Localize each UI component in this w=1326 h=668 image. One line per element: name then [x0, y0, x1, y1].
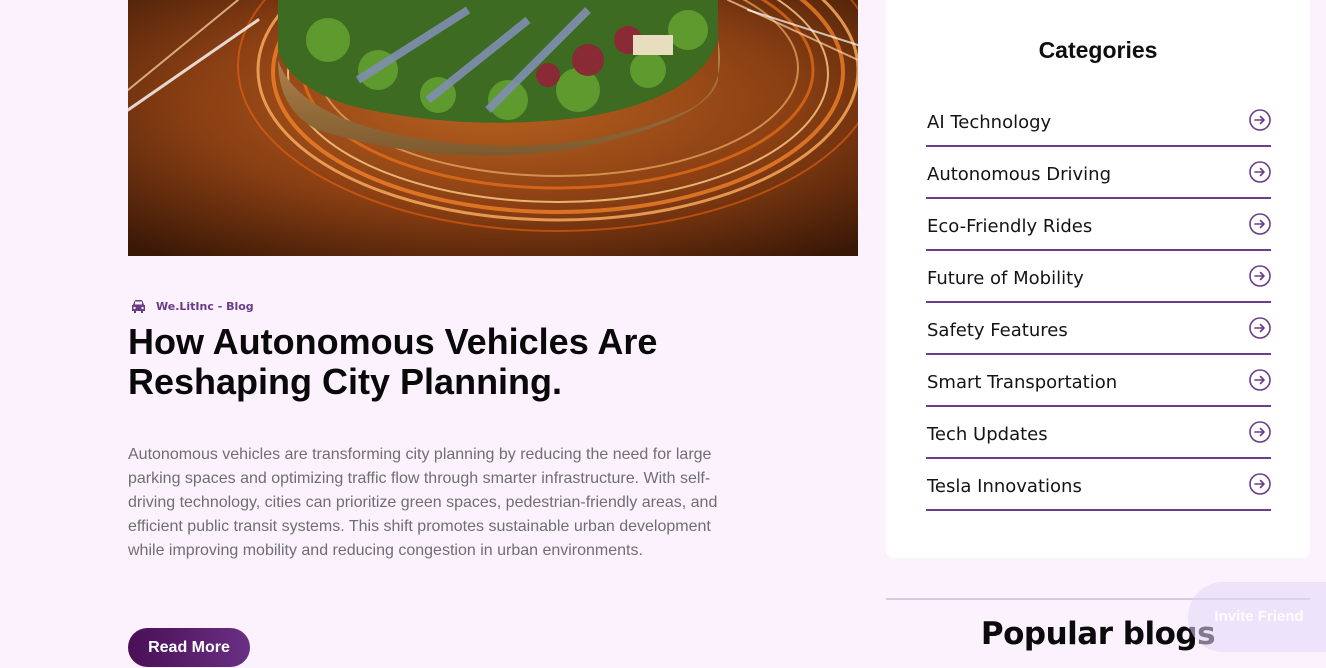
category-label: Tech Updates — [927, 423, 1048, 445]
category-label: Tesla Innovations — [927, 475, 1082, 497]
arrow-right-circle-icon — [1249, 317, 1271, 339]
category-item-safety-features[interactable]: Safety Features — [926, 303, 1271, 355]
read-more-button[interactable]: Read More — [128, 628, 250, 667]
category-item-ai-technology[interactable]: AI Technology — [926, 95, 1271, 147]
categories-card: Categories AI Technology Autonomous Driv… — [886, 0, 1310, 558]
arrow-right-circle-icon — [1249, 369, 1271, 391]
category-item-tech-updates[interactable]: Tech Updates — [926, 407, 1271, 459]
post-title: How Autonomous Vehicles Are Reshaping Ci… — [128, 321, 658, 402]
category-item-future-of-mobility[interactable]: Future of Mobility — [926, 251, 1271, 303]
category-label: AI Technology — [927, 111, 1052, 133]
categories-list: AI Technology Autonomous Driving Eco-Fri… — [926, 95, 1271, 511]
category-label: Autonomous Driving — [927, 163, 1112, 185]
arrow-right-circle-icon — [1249, 109, 1271, 131]
category-item-eco-friendly-rides[interactable]: Eco-Friendly Rides — [926, 199, 1271, 251]
arrow-right-circle-icon — [1249, 213, 1271, 235]
category-label: Smart Transportation — [927, 371, 1118, 393]
post-meta-label: We.LitInc - Blog — [156, 300, 254, 313]
arrow-right-circle-icon — [1249, 473, 1271, 495]
arrow-right-circle-icon — [1249, 421, 1271, 443]
category-label: Future of Mobility — [927, 267, 1084, 289]
category-item-smart-transportation[interactable]: Smart Transportation — [926, 355, 1271, 407]
post-hero-image[interactable] — [128, 0, 858, 256]
category-item-tesla-innovations[interactable]: Tesla Innovations — [926, 459, 1271, 511]
category-label: Safety Features — [927, 319, 1068, 341]
arrow-right-circle-icon — [1249, 161, 1271, 183]
category-item-autonomous-driving[interactable]: Autonomous Driving — [926, 147, 1271, 199]
categories-heading: Categories — [1038, 37, 1158, 63]
post-meta: We.LitInc - Blog — [130, 298, 254, 315]
post-excerpt: Autonomous vehicles are transforming cit… — [128, 446, 718, 559]
category-label: Eco-Friendly Rides — [927, 215, 1093, 237]
invite-friend-button[interactable]: Invite Friend — [1188, 582, 1326, 652]
arrow-right-circle-icon — [1249, 265, 1271, 287]
car-icon — [130, 298, 147, 315]
